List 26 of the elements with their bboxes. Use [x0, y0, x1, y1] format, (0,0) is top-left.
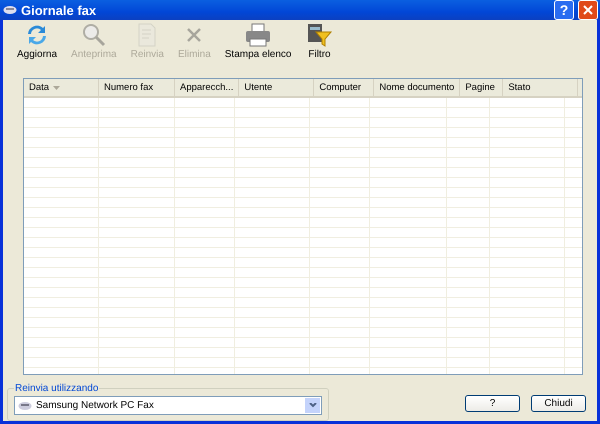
fax-dropdown[interactable]: Samsung Network PC Fax	[14, 396, 322, 415]
column-header[interactable]: Data	[24, 79, 99, 96]
close-icon	[583, 5, 593, 15]
group-label: Reinvia utilizzando	[14, 383, 100, 394]
column-header[interactable]: Pagine	[460, 79, 504, 96]
window-title: Giornale fax	[21, 2, 98, 18]
toolbar-button[interactable]: Stampa elenco	[220, 22, 296, 60]
dialog-button[interactable]: Chiudi	[531, 395, 586, 412]
dialog-button[interactable]: ?	[465, 395, 520, 412]
close-button[interactable]	[578, 0, 598, 20]
column-header[interactable]: Numero fax	[99, 79, 175, 96]
fax-icon	[18, 400, 32, 410]
filter-icon	[305, 22, 334, 48]
fax-icon	[3, 5, 17, 15]
column-header[interactable]: Nome documento	[374, 79, 460, 96]
printer-icon	[244, 22, 272, 48]
toolbar-button[interactable]: Filtro	[301, 22, 338, 60]
sort-icon	[53, 86, 60, 90]
toolbar-button[interactable]: Aggiorna	[13, 22, 62, 60]
column-header[interactable]: Computer	[314, 79, 374, 96]
magnifier-icon	[80, 22, 107, 48]
column-header[interactable]: Utente	[239, 79, 314, 96]
column-header[interactable]: Stato	[503, 79, 578, 96]
help-button[interactable]: ?	[554, 0, 574, 20]
column-header[interactable]: Apparecch...	[175, 79, 240, 96]
chevron-down-icon	[308, 403, 316, 408]
